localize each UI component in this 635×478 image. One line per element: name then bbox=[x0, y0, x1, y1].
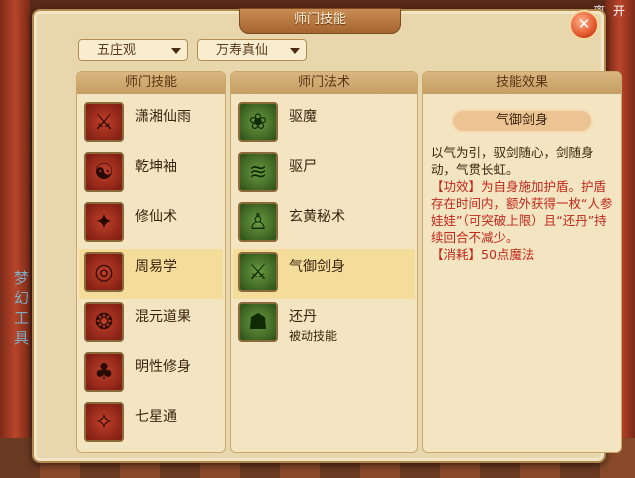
spells-panel-header: 师门法术 bbox=[231, 72, 417, 94]
chevron-down-icon bbox=[171, 48, 181, 54]
figure-icon: ☗ bbox=[238, 302, 278, 342]
side-watermark-text: 梦幻工具 bbox=[14, 269, 30, 347]
spell-row[interactable]: ☗ 还丹被动技能 bbox=[233, 299, 415, 349]
title-dropdown-value: 万寿真仙 bbox=[216, 43, 269, 58]
row-label: 七星通 bbox=[135, 409, 177, 425]
skill-row[interactable]: ❂ 混元道果 bbox=[79, 299, 223, 349]
row-label: 玄黄秘术 bbox=[289, 209, 345, 225]
whip-icon: ≋ bbox=[238, 152, 278, 192]
meditation-icon: ♙ bbox=[238, 202, 278, 242]
title-dropdown[interactable]: 万寿真仙 bbox=[197, 39, 307, 61]
sword-rain-icon: ⚔ bbox=[84, 102, 124, 142]
skill-row[interactable]: ✧ 七星通 bbox=[79, 399, 223, 449]
close-button[interactable]: ✕ bbox=[569, 10, 599, 40]
sleeve-icon: ☯ bbox=[84, 152, 124, 192]
row-label: 明性修身 bbox=[135, 359, 191, 375]
skill-row[interactable]: ♣ 明性修身 bbox=[79, 349, 223, 399]
effect-skill-name: 气御剑身 bbox=[451, 109, 593, 133]
row-label: 修仙术 bbox=[135, 209, 177, 225]
row-label: 还丹 bbox=[289, 309, 317, 325]
crane-icon: ✦ bbox=[84, 202, 124, 242]
row-sublabel: 被动技能 bbox=[289, 329, 338, 343]
close-icon: ✕ bbox=[577, 15, 591, 33]
row-label: 气御剑身 bbox=[289, 259, 345, 275]
spell-row[interactable]: ♙ 玄黄秘术 bbox=[233, 199, 415, 249]
skill-row[interactable]: ◎ 周易学 bbox=[79, 249, 223, 299]
spells-panel: 师门法术 ❀ 驱魔 ≋ 驱尸 ♙ 玄黄秘术 ⚔ 气御剑身 ☗ 还丹被动技能 bbox=[230, 71, 418, 453]
sect-dropdown[interactable]: 五庄观 bbox=[78, 39, 188, 61]
effect-panel-header: 技能效果 bbox=[423, 72, 621, 94]
row-label: 周易学 bbox=[135, 259, 177, 275]
skill-row[interactable]: ⚔ 潇湘仙雨 bbox=[79, 99, 223, 149]
effect-function: 【功效】为自身施加护盾。护盾存在时间内，额外获得一枚“人参娃娃”（可突破上限）且… bbox=[431, 179, 613, 245]
effect-cost: 【消耗】50点魔法 bbox=[431, 247, 535, 262]
constellation-icon: ✧ bbox=[84, 402, 124, 442]
sect-dropdown-value: 五庄观 bbox=[97, 43, 137, 58]
spell-row[interactable]: ≋ 驱尸 bbox=[233, 149, 415, 199]
effect-panel: 技能效果 气御剑身 以气为引，驭剑随心，剑随身动，气贯长虹。 【功效】为自身施加… bbox=[422, 71, 622, 453]
skill-row[interactable]: ✦ 修仙术 bbox=[79, 199, 223, 249]
tree-icon: ♣ bbox=[84, 352, 124, 392]
row-label: 潇湘仙雨 bbox=[135, 109, 191, 125]
window-title: 师门技能 bbox=[239, 8, 401, 34]
effect-description: 以气为引，驭剑随心，剑随身动，气贯长虹。 bbox=[431, 145, 594, 177]
skill-row[interactable]: ☯ 乾坤袖 bbox=[79, 149, 223, 199]
spell-row[interactable]: ⚔ 气御剑身 bbox=[233, 249, 415, 299]
row-label: 驱尸 bbox=[289, 159, 317, 175]
master-skills-window: 师门技能 五庄观 万寿真仙 师门技能 ⚔ 潇湘仙雨 ☯ 乾坤袖 ✦ 修仙术 ◎ 周易学 ❂ 混元道… bbox=[32, 8, 622, 463]
gourd-icon: ❀ bbox=[238, 102, 278, 142]
effect-description-block: 以气为引，驭剑随心，剑随身动，气贯长虹。 【功效】为自身施加护盾。护盾存在时间内… bbox=[431, 144, 615, 263]
skills-panel: 师门技能 ⚔ 潇湘仙雨 ☯ 乾坤袖 ✦ 修仙术 ◎ 周易学 ❂ 混元道果 ♣ 明性修身 ✧ 七星通 bbox=[76, 71, 226, 453]
scene-pillar-left bbox=[0, 0, 30, 478]
spell-row[interactable]: ❀ 驱魔 bbox=[233, 99, 415, 149]
skills-panel-header: 师门技能 bbox=[77, 72, 225, 94]
chevron-down-icon bbox=[290, 48, 300, 54]
sword-aura-icon: ⚔ bbox=[238, 252, 278, 292]
bagua-icon: ◎ bbox=[84, 252, 124, 292]
row-label: 驱魔 bbox=[289, 109, 317, 125]
row-label: 混元道果 bbox=[135, 309, 191, 325]
row-label: 乾坤袖 bbox=[135, 159, 177, 175]
fruit-icon: ❂ bbox=[84, 302, 124, 342]
